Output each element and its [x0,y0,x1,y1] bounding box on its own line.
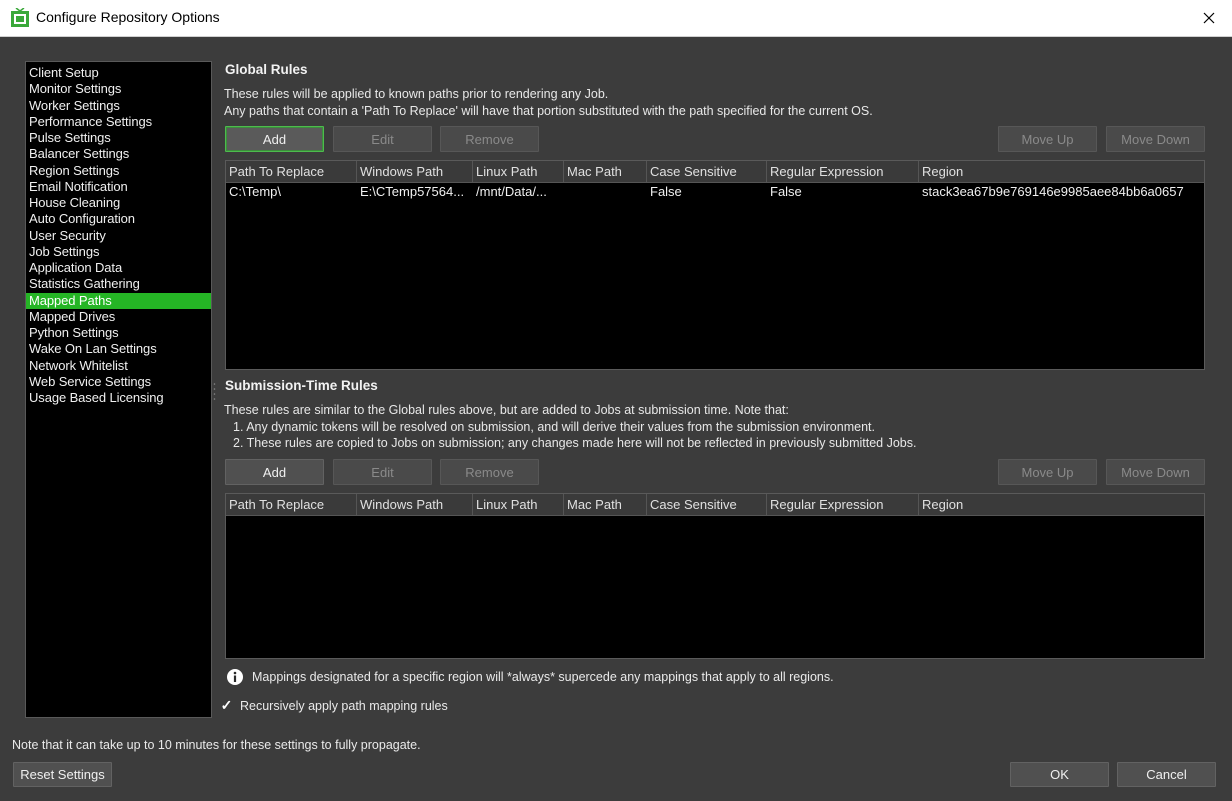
submission-rules-desc-line: These rules are similar to the Global ru… [224,403,789,417]
sidebar-item-mapped-drives[interactable]: Mapped Drives [26,309,211,325]
table-row[interactable]: C:\Temp\ E:\CTemp57564... /mnt/Data/... … [226,183,1204,201]
close-button[interactable] [1186,0,1232,36]
sidebar-item-usage-based-licensing[interactable]: Usage Based Licensing [26,390,211,406]
sidebar-item-job-settings[interactable]: Job Settings [26,244,211,260]
sidebar-item-python-settings[interactable]: Python Settings [26,325,211,341]
submission-rules-title: Submission-Time Rules [225,378,378,393]
column-header-case-sensitive[interactable]: Case Sensitive [647,161,767,182]
column-header-windows-path[interactable]: Windows Path [357,494,473,515]
info-icon [227,669,243,685]
sidebar-item-mapped-paths[interactable]: Mapped Paths [26,292,211,309]
recursive-mapping-checkbox[interactable]: ✓ [219,697,234,713]
column-header-case-sensitive[interactable]: Case Sensitive [647,494,767,515]
sidebar-item-house-cleaning[interactable]: House Cleaning [26,195,211,211]
submission-rules-desc-line: 2. These rules are copied to Jobs on sub… [233,436,917,450]
sidebar-item-application-data[interactable]: Application Data [26,260,211,276]
sidebar-item-web-service-settings[interactable]: Web Service Settings [26,374,211,390]
region-info-message: Mappings designated for a specific regio… [226,668,834,686]
window-title: Configure Repository Options [36,9,220,25]
cell-windows-path: E:\CTemp57564... [360,184,465,199]
ok-button[interactable]: OK [1010,762,1109,787]
cancel-button[interactable]: Cancel [1117,762,1216,787]
info-text: Mappings designated for a specific regio… [252,670,834,684]
settings-category-list[interactable]: Client Setup Monitor Settings Worker Set… [25,61,212,718]
submission-move-down-button[interactable]: Move Down [1106,459,1205,485]
cell-case-sensitive: False [650,184,682,199]
global-rules-desc-line: Any paths that contain a 'Path To Replac… [224,103,873,118]
global-rules-desc-line: These rules will be applied to known pat… [224,87,609,101]
global-remove-button[interactable]: Remove [440,126,539,152]
submission-move-up-button[interactable]: Move Up [998,459,1097,485]
recursive-mapping-option[interactable]: ✓ Recursively apply path mapping rules [219,697,448,713]
reset-settings-button[interactable]: Reset Settings [13,762,112,787]
submission-add-button[interactable]: Add [225,459,324,485]
global-move-up-button[interactable]: Move Up [998,126,1097,152]
deadline-app-icon [11,8,29,27]
sidebar-item-wake-on-lan-settings[interactable]: Wake On Lan Settings [26,341,211,357]
sidebar-item-user-security[interactable]: User Security [26,228,211,244]
sidebar-item-region-settings[interactable]: Region Settings [26,163,211,179]
sidebar-item-network-whitelist[interactable]: Network Whitelist [26,358,211,374]
submission-rules-table[interactable]: Path To Replace Windows Path Linux Path … [225,493,1205,659]
cell-path-to-replace: C:\Temp\ [229,184,282,199]
sidebar-item-statistics-gathering[interactable]: Statistics Gathering [26,276,211,292]
submission-rules-description: These rules are similar to the Global ru… [224,402,916,452]
column-header-regular-expression[interactable]: Regular Expression [767,161,919,182]
sidebar-item-email-notification[interactable]: Email Notification [26,179,211,195]
table-header: Path To Replace Windows Path Linux Path … [226,494,1204,516]
column-header-mac-path[interactable]: Mac Path [564,494,647,515]
column-header-path-to-replace[interactable]: Path To Replace [226,161,357,182]
column-header-mac-path[interactable]: Mac Path [564,161,647,182]
global-edit-button[interactable]: Edit [333,126,432,152]
sidebar-item-client-setup[interactable]: Client Setup [26,65,211,81]
submission-rules-desc-line: 1. Any dynamic tokens will be resolved o… [233,419,875,434]
global-rules-title: Global Rules [225,62,308,77]
global-move-down-button[interactable]: Move Down [1106,126,1205,152]
global-rules-table[interactable]: Path To Replace Windows Path Linux Path … [225,160,1205,370]
cell-mac-path [564,183,647,201]
column-header-linux-path[interactable]: Linux Path [473,494,564,515]
table-header: Path To Replace Windows Path Linux Path … [226,161,1204,183]
cell-linux-path: /mnt/Data/... [476,184,547,199]
close-icon [1203,12,1215,24]
splitter-handle[interactable] [213,380,216,406]
sidebar-item-pulse-settings[interactable]: Pulse Settings [26,130,211,146]
column-header-region[interactable]: Region [919,161,1204,182]
column-header-linux-path[interactable]: Linux Path [473,161,564,182]
sidebar-item-performance-settings[interactable]: Performance Settings [26,114,211,130]
cell-region: stack3ea67b9e769146e9985aee84bb6a0657 [922,184,1184,199]
sidebar-item-balancer-settings[interactable]: Balancer Settings [26,146,211,162]
sidebar-item-monitor-settings[interactable]: Monitor Settings [26,81,211,97]
cell-regular-expression: False [770,184,802,199]
global-add-button[interactable]: Add [225,126,324,152]
column-header-region[interactable]: Region [919,494,1204,515]
propagation-note: Note that it can take up to 10 minutes f… [12,738,421,752]
column-header-windows-path[interactable]: Windows Path [357,161,473,182]
sidebar-item-worker-settings[interactable]: Worker Settings [26,98,211,114]
global-rules-description: These rules will be applied to known pat… [224,86,873,119]
sidebar-item-auto-configuration[interactable]: Auto Configuration [26,211,211,227]
recursive-mapping-label[interactable]: Recursively apply path mapping rules [240,699,448,713]
title-bar: Configure Repository Options [0,0,1232,37]
column-header-regular-expression[interactable]: Regular Expression [767,494,919,515]
submission-edit-button[interactable]: Edit [333,459,432,485]
submission-remove-button[interactable]: Remove [440,459,539,485]
column-header-path-to-replace[interactable]: Path To Replace [226,494,357,515]
